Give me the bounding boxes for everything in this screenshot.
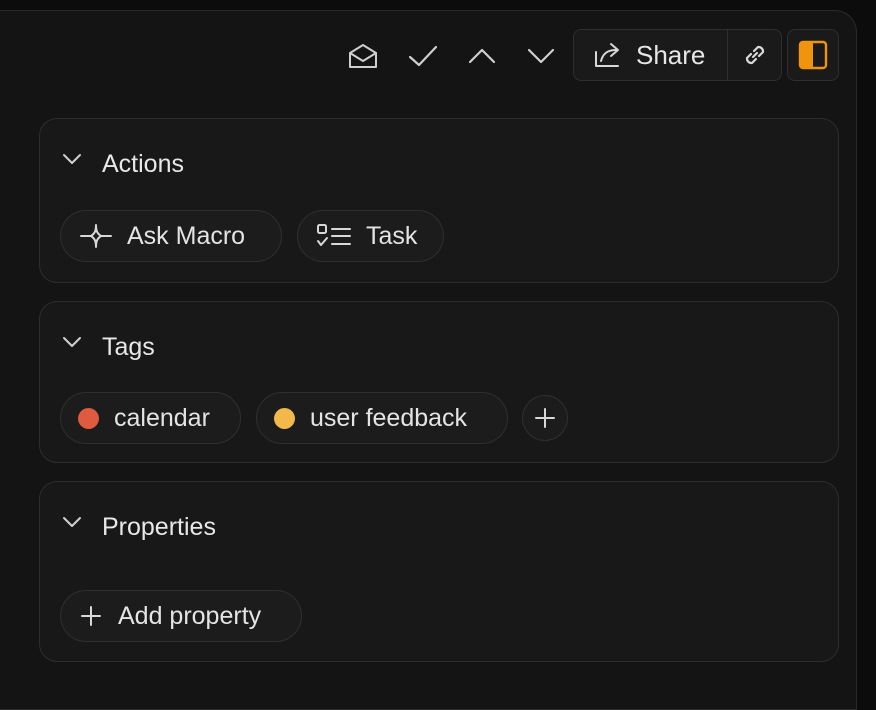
properties-header[interactable]: Properties xyxy=(40,482,838,572)
share-group: Share xyxy=(573,29,782,81)
mark-done-button[interactable] xyxy=(398,29,448,83)
section-title: Properties xyxy=(102,513,216,541)
add-tag-button[interactable] xyxy=(522,395,568,441)
tags-section: Tags calendar user feedback xyxy=(39,301,839,463)
chevron-down-icon xyxy=(63,154,81,164)
share-label: Share xyxy=(636,39,706,70)
task-button[interactable]: Task xyxy=(297,210,444,262)
actions-header[interactable]: Actions xyxy=(40,119,838,209)
sparkle-icon xyxy=(80,224,112,248)
section-title: Actions xyxy=(102,150,184,178)
toolbar: Share xyxy=(0,29,857,83)
ask-macro-label: Ask Macro xyxy=(127,221,246,250)
tags-header[interactable]: Tags xyxy=(40,302,838,392)
check-icon xyxy=(408,45,438,67)
chevron-down-icon xyxy=(63,517,81,527)
copy-link-button[interactable] xyxy=(728,30,781,80)
mark-unread-button[interactable] xyxy=(338,29,388,83)
plus-icon xyxy=(81,606,101,626)
next-button[interactable] xyxy=(516,29,566,83)
task-label: Task xyxy=(366,221,418,250)
plus-icon xyxy=(535,408,555,428)
properties-section: Properties Add property xyxy=(39,481,839,662)
previous-button[interactable] xyxy=(457,29,507,83)
tag-label: calendar xyxy=(114,403,210,432)
ask-macro-button[interactable]: Ask Macro xyxy=(60,210,282,262)
tag-label: user feedback xyxy=(310,403,468,432)
section-title: Tags xyxy=(102,333,155,361)
toggle-sidebar-button[interactable] xyxy=(787,29,839,81)
chevron-up-icon xyxy=(468,48,496,64)
tag-calendar[interactable]: calendar xyxy=(60,392,241,444)
chevron-down-icon xyxy=(527,48,555,64)
envelope-open-icon xyxy=(349,44,377,68)
tag-color-dot xyxy=(274,407,295,429)
chevron-down-icon xyxy=(63,337,81,347)
share-icon xyxy=(595,43,619,67)
actions-section: Actions Ask Macro Task xyxy=(39,118,839,283)
add-property-button[interactable]: Add property xyxy=(60,590,302,642)
tag-user-feedback[interactable]: user feedback xyxy=(256,392,508,444)
tag-color-dot xyxy=(78,407,99,429)
sidebar-panel-icon xyxy=(798,40,828,70)
checklist-icon xyxy=(317,224,351,246)
share-button[interactable]: Share xyxy=(574,30,728,80)
add-property-label: Add property xyxy=(118,601,262,630)
link-icon xyxy=(745,45,764,65)
